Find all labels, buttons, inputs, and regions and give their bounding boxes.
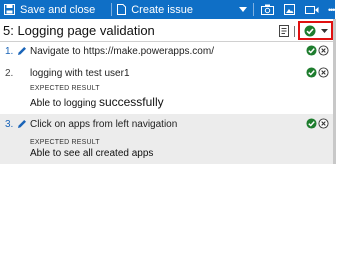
step-status — [306, 45, 329, 56]
edit-pencil-icon[interactable] — [17, 119, 27, 129]
test-step-3[interactable]: 3. Click on apps from left navigation EX… — [0, 114, 333, 164]
video-camera-icon — [304, 5, 319, 15]
fail-icon[interactable] — [318, 67, 329, 78]
test-step-2[interactable]: 2. logging with test user1 EXPECTED RESU… — [0, 62, 333, 114]
expected-result-label: EXPECTED RESULT — [30, 85, 100, 92]
document-icon — [117, 4, 127, 15]
fail-icon[interactable] — [318, 45, 329, 56]
step-status — [306, 67, 329, 78]
pass-test-highlight — [298, 21, 333, 40]
capture-image-button[interactable] — [283, 0, 295, 19]
chevron-down-icon — [238, 7, 247, 12]
more-options-icon: ••• — [327, 4, 336, 15]
step-number: 1. — [5, 46, 14, 57]
pass-icon[interactable] — [306, 45, 317, 56]
image-icon — [283, 4, 295, 15]
edit-pencil-icon[interactable] — [17, 46, 27, 56]
step-action-text: Click on apps from left navigation — [30, 119, 178, 130]
camera-icon — [260, 4, 274, 15]
save-and-close-button[interactable]: Save and close — [4, 0, 95, 19]
toolbar-separator — [111, 3, 113, 16]
step-action-text: Navigate to https://make.powerapps.com/ — [30, 46, 214, 57]
record-video-button[interactable] — [304, 0, 319, 19]
expected-result-text: Able to logging successfully — [30, 95, 164, 109]
notes-icon[interactable] — [279, 25, 289, 37]
toolbar-separator — [252, 3, 254, 16]
expected-result-text: Able to see all created apps — [30, 148, 154, 159]
save-icon — [4, 4, 15, 15]
page-title: 5: Logging page validation — [3, 23, 155, 38]
test-case-header: 5: Logging page validation — [0, 21, 335, 41]
screenshot-button[interactable] — [260, 0, 274, 19]
pass-icon[interactable] — [306, 67, 317, 78]
create-issue-label: Create issue — [131, 3, 193, 16]
expected-result-part: Able to logging — [30, 98, 99, 109]
top-toolbar: Save and close Create issue ••• — [0, 0, 336, 19]
header-separator — [294, 26, 295, 37]
pass-icon[interactable] — [306, 118, 317, 129]
vertical-scrollbar[interactable] — [333, 19, 336, 164]
create-issue-button[interactable]: Create issue — [117, 0, 193, 19]
create-issue-dropdown[interactable] — [238, 0, 247, 19]
step-action-text: logging with test user1 — [30, 68, 130, 79]
step-status — [306, 118, 329, 129]
step-number: 3. — [5, 119, 14, 130]
fail-icon[interactable] — [318, 118, 329, 129]
more-options-button[interactable]: ••• — [327, 0, 336, 19]
save-and-close-label: Save and close — [20, 3, 96, 16]
expected-result-part: successfully — [98, 95, 164, 109]
test-step-1[interactable]: 1. Navigate to https://make.powerapps.co… — [0, 42, 333, 62]
expected-result-label: EXPECTED RESULT — [30, 139, 100, 146]
step-number: 2. — [5, 68, 14, 79]
